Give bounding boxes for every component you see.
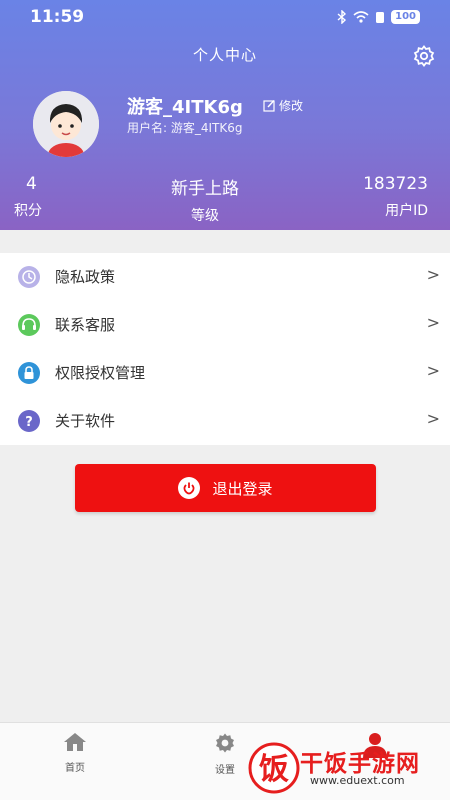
- question-icon: ?: [18, 410, 40, 432]
- stat-level-value: 新手上路: [171, 179, 239, 199]
- chevron-right-icon: >: [426, 313, 440, 332]
- watermark-logo: 饭: [248, 742, 300, 794]
- menu-label-about-software: 关于软件: [55, 412, 116, 430]
- home-icon: [64, 733, 86, 751]
- svg-text:?: ?: [25, 415, 33, 430]
- tab-settings-label: 设置: [215, 765, 235, 776]
- customer-service-icon: [18, 314, 40, 336]
- logout-button[interactable]: 退出登录: [75, 464, 376, 512]
- watermark-url: www.eduext.com: [310, 774, 405, 787]
- username: 游客_4ITK6g: [127, 97, 243, 118]
- chevron-right-icon: >: [426, 265, 440, 284]
- menu-item-about-software[interactable]: ? 关于软件 >: [0, 397, 450, 445]
- status-icons: 100: [337, 10, 420, 24]
- logout-label: 退出登录: [212, 479, 273, 498]
- page-title: 个人中心: [192, 46, 257, 64]
- edit-profile-button[interactable]: 修改: [263, 97, 303, 114]
- bluetooth-icon: [337, 10, 347, 24]
- menu-item-privacy-policy[interactable]: 隐私政策 >: [0, 253, 450, 301]
- settings-gear-button[interactable]: [412, 44, 436, 68]
- watermark-brand: 干饭手游网: [300, 751, 420, 777]
- settings-menu: 隐私政策 > 联系客服 > 权限授权管理 > ? 关于软件 >: [0, 253, 450, 445]
- sim-icon: [376, 11, 385, 23]
- stat-level-label: 等级: [191, 208, 219, 224]
- tab-home-label: 首页: [65, 763, 85, 774]
- menu-label-privacy-policy: 隐私政策: [55, 268, 116, 286]
- battery-indicator: 100: [391, 10, 420, 24]
- menu-item-permission-management[interactable]: 权限授权管理 >: [0, 349, 450, 397]
- power-icon: [178, 477, 201, 499]
- edit-icon: [263, 100, 275, 112]
- stat-user-id-value: 183723: [363, 174, 428, 194]
- menu-label-permission-management: 权限授权管理: [55, 364, 146, 382]
- stat-level: 新手上路 等级: [0, 174, 410, 225]
- watermark-logo-char: 饭: [259, 752, 289, 787]
- gear-icon: [413, 45, 435, 67]
- watermark: 饭 干饭手游网 www.eduext.com: [248, 738, 448, 798]
- chevron-right-icon: >: [426, 409, 440, 428]
- status-time: 11:59: [30, 7, 85, 27]
- edit-label: 修改: [279, 99, 304, 113]
- menu-label-customer-service: 联系客服: [55, 316, 116, 334]
- stat-user-id-label: 用户ID: [385, 203, 428, 219]
- status-bar: 11:59 100: [0, 0, 450, 36]
- lock-icon: [18, 362, 40, 384]
- gear-icon: [216, 733, 234, 753]
- avatar-illustration: [33, 91, 99, 157]
- user-account-name: 用户名: 游客_4ITK6g: [127, 121, 243, 135]
- wifi-icon: [353, 11, 369, 23]
- menu-item-customer-service[interactable]: 联系客服 >: [0, 301, 450, 349]
- tab-settings[interactable]: 设置: [195, 731, 255, 776]
- tab-home[interactable]: 首页: [45, 731, 105, 774]
- chevron-right-icon: >: [426, 361, 440, 380]
- profile-header: 11:59 100 个人中心 游客_4ITK6g 修改 用户名: 游客_4ITK…: [0, 0, 450, 230]
- privacy-icon: [18, 266, 40, 288]
- stat-user-id: 183723 用户ID: [363, 174, 428, 220]
- avatar[interactable]: [33, 91, 99, 157]
